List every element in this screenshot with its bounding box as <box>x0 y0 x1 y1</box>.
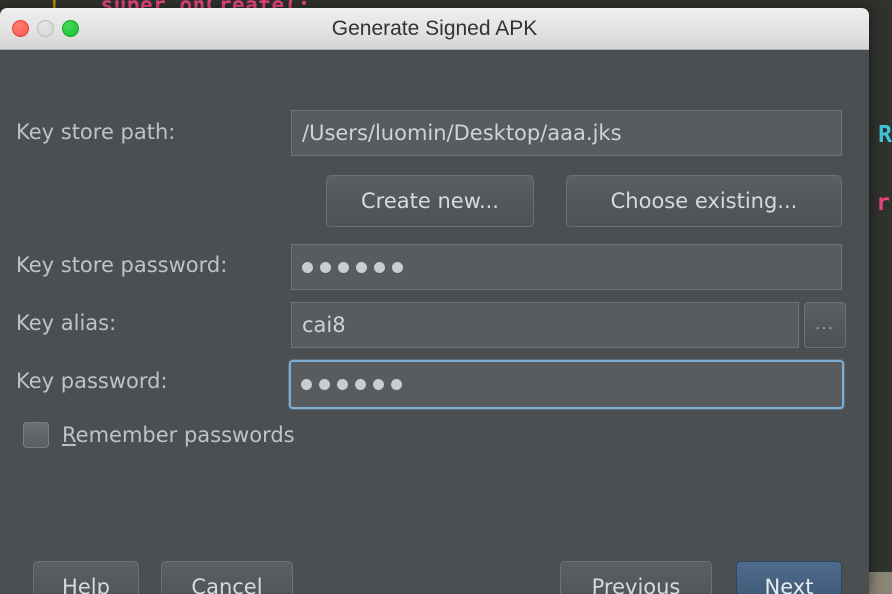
remember-passwords-label: Remember passwords <box>62 423 295 447</box>
key-password-input[interactable] <box>289 360 844 409</box>
password-mask-dot <box>302 261 313 273</box>
password-mask-dot <box>338 261 349 273</box>
password-mask-dot <box>356 261 367 273</box>
key-alias-browse-button[interactable]: ... <box>804 302 846 348</box>
remember-passwords-mnemonic: R <box>62 423 76 447</box>
key-alias-label: Key alias: <box>16 311 117 335</box>
key-store-path-label: Key store path: <box>16 120 176 144</box>
next-button[interactable]: Next <box>736 561 842 594</box>
dialog-title: Generate Signed APK <box>331 17 538 40</box>
key-store-path-input[interactable]: /Users/luomin/Desktop/aaa.jks <box>291 110 842 156</box>
remember-passwords-checkbox[interactable] <box>23 422 49 448</box>
dialog-body: Key store path: /Users/luomin/Desktop/aa… <box>0 50 869 594</box>
help-button[interactable]: Help <box>33 561 139 594</box>
password-mask-dot <box>355 379 366 390</box>
remember-passwords-row[interactable]: Remember passwords <box>23 422 295 448</box>
previous-button[interactable]: Previous <box>560 561 712 594</box>
background-bottom-strip <box>869 572 892 594</box>
key-password-label: Key password: <box>16 369 168 393</box>
background-glyph-r-upper: R <box>878 122 892 148</box>
remember-passwords-label-rest: emember passwords <box>75 423 295 447</box>
key-store-password-mask <box>302 261 403 273</box>
cancel-button[interactable]: Cancel <box>161 561 293 594</box>
key-store-password-label: Key store password: <box>16 253 228 277</box>
key-alias-input[interactable]: cai8 <box>291 302 799 348</box>
background-glyph-r-lower: r <box>876 190 890 216</box>
key-store-password-input[interactable] <box>291 244 842 290</box>
password-mask-dot <box>373 379 384 390</box>
password-mask-dot <box>337 379 348 390</box>
key-password-mask <box>301 379 402 390</box>
generate-signed-apk-dialog: Generate Signed APK Key store path: /Use… <box>0 8 869 594</box>
password-mask-dot <box>319 379 330 390</box>
screen: | super.onCreate(; R r Generate Signed A… <box>0 0 892 594</box>
choose-existing-button[interactable]: Choose existing... <box>566 175 842 227</box>
password-mask-dot <box>320 261 331 273</box>
dialog-titlebar[interactable]: Generate Signed APK <box>0 8 869 50</box>
password-mask-dot <box>391 379 402 390</box>
password-mask-dot <box>392 261 403 273</box>
create-new-button[interactable]: Create new... <box>326 175 534 227</box>
password-mask-dot <box>301 379 312 390</box>
password-mask-dot <box>374 261 385 273</box>
